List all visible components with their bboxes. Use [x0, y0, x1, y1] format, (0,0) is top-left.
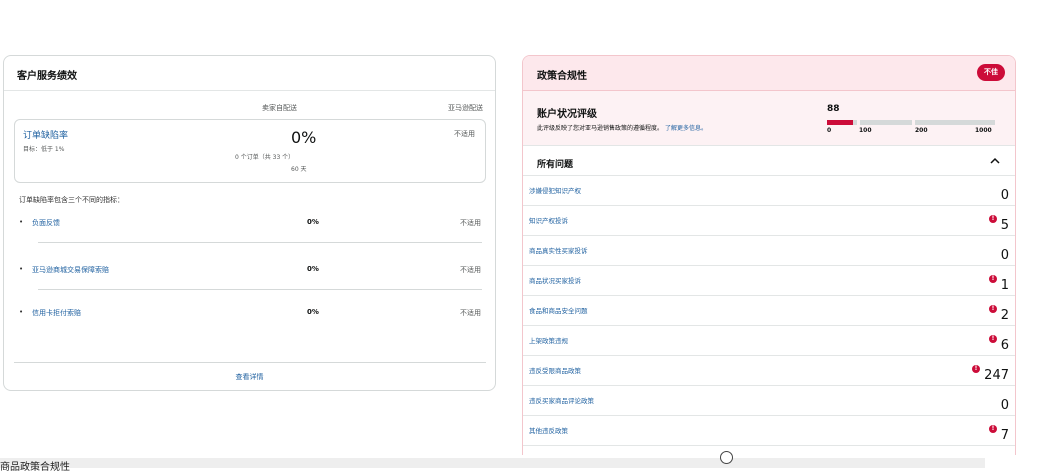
chevron-up-icon[interactable]: [989, 155, 1001, 167]
all-issues-header[interactable]: 所有问题: [523, 146, 1015, 176]
alert-icon: !: [989, 425, 997, 433]
ahr-description-text: 此评级反映了您对亚马逊销售政策的遵循程度。: [537, 125, 664, 132]
metric-amazon-value: 不适用: [460, 266, 481, 274]
issue-row: 违反买家商品评论政策 0: [523, 386, 1015, 416]
ahr-scale-label: 200: [915, 127, 928, 134]
status-badge: 不佳: [977, 64, 1005, 81]
metric-label[interactable]: 亚马逊商城交易保障索赔: [32, 265, 109, 275]
ahr-scale-label: 0: [827, 127, 832, 134]
scroll-handle[interactable]: [720, 451, 733, 464]
metric-row-chargeback-claims: • 信用卡拒付索赔 0% 不适用: [19, 308, 481, 322]
issue-count: 7: [1000, 428, 1009, 443]
odr-value: 0%: [291, 128, 317, 147]
metric-label[interactable]: 负面反馈: [32, 218, 60, 228]
divider: [38, 289, 482, 290]
customer-service-card: 客户服务绩效 卖家自配送 亚马逊配送 订单缺陷率 目标：低于 1% 0% 0 个…: [3, 55, 496, 391]
learn-more-link[interactable]: 了解更多信息。: [665, 125, 707, 132]
metric-value: 0%: [307, 308, 319, 316]
policy-compliance-card: 政策合规性 不佳 账户状况评级 此评级反映了您对亚马逊销售政策的遵循程度。 了解…: [522, 55, 1016, 455]
divider: [38, 242, 482, 243]
odr-orders: 0 个订单（共 33 个）: [235, 154, 295, 161]
col-amazon-fulfilled: 亚马逊配送: [448, 104, 483, 112]
issue-count: 247: [984, 368, 1009, 383]
issue-count: 2: [1000, 308, 1009, 323]
ahr-scale-label: 100: [859, 127, 872, 134]
issue-row: 违反受限商品政策 247!: [523, 356, 1015, 386]
ahr-bar-segment-1: [827, 120, 857, 125]
issue-count: 0: [1000, 188, 1009, 203]
issue-label[interactable]: 其他违反政策: [529, 425, 568, 435]
alert-icon: !: [989, 215, 997, 223]
metric-amazon-value: 不适用: [460, 219, 481, 227]
odr-target: 目标：低于 1%: [23, 146, 65, 153]
bullet: •: [19, 218, 24, 226]
alert-icon: !: [972, 365, 980, 373]
metric-row-negative-feedback: • 负面反馈 0% 不适用: [19, 218, 481, 232]
issue-count: 0: [1000, 248, 1009, 263]
odr-link[interactable]: 订单缺陷率: [23, 128, 68, 141]
all-issues-title: 所有问题: [537, 160, 574, 170]
odr-days: 60 天: [291, 166, 307, 173]
issue-row: 其他违反政策 7!: [523, 416, 1015, 446]
metric-label[interactable]: 信用卡拒付索赔: [32, 308, 81, 318]
issue-row: 商品状况买家投诉 1!: [523, 266, 1015, 296]
issue-count: 1: [1000, 278, 1009, 293]
bullet: •: [19, 308, 24, 316]
metrics-intro: 订单缺陷率包含三个不同的指标：: [19, 196, 124, 204]
bullet: •: [19, 265, 24, 273]
issue-row: 知识产权投诉 5!: [523, 206, 1015, 236]
alert-icon: !: [989, 335, 997, 343]
issue-label[interactable]: 违反买家商品评论政策: [529, 395, 594, 405]
see-details-link[interactable]: 查看详情: [4, 372, 495, 382]
issue-row: 商品真实性买家投诉 0: [523, 236, 1015, 266]
issue-row: 涉嫌侵犯知识产权 0: [523, 176, 1015, 206]
issues-list: 涉嫌侵犯知识产权 0 知识产权投诉 5! 商品真实性买家投诉 0 商品状况买家投诉 1! 食品和…: [523, 176, 1015, 446]
policy-title: 政策合规性: [537, 71, 587, 82]
bottom-bar: [0, 458, 985, 468]
order-defect-rate-box: 订单缺陷率 目标：低于 1% 0% 0 个订单（共 33 个） 60 天 不适用: [14, 119, 486, 183]
issue-label[interactable]: 涉嫌侵犯知识产权: [529, 185, 581, 195]
ahr-title: 账户状况评级: [537, 109, 597, 120]
issue-label[interactable]: 食品和商品安全问题: [529, 305, 588, 315]
issue-count: 6: [1000, 338, 1009, 353]
col-seller-fulfilled: 卖家自配送: [262, 104, 297, 112]
metric-value: 0%: [307, 218, 319, 226]
ahr-score: 88: [827, 104, 840, 114]
alert-icon: !: [989, 275, 997, 283]
issue-label[interactable]: 上架政策违规: [529, 335, 568, 345]
ahr-bar-fill: [827, 120, 854, 125]
odr-amazon-value: 不适用: [454, 130, 475, 138]
account-health-rating: 账户状况评级 此评级反映了您对亚马逊销售政策的遵循程度。 了解更多信息。 88 …: [523, 91, 1015, 146]
metric-amazon-value: 不适用: [460, 309, 481, 317]
issue-row: 食品和商品安全问题 2!: [523, 296, 1015, 326]
ahr-scale-label: 1000: [975, 127, 992, 134]
metric-value: 0%: [307, 265, 319, 273]
issue-label[interactable]: 违反受限商品政策: [529, 365, 581, 375]
policy-header: 政策合规性 不佳: [523, 56, 1015, 91]
issue-count: 5: [1000, 218, 1009, 233]
ahr-bar-segment-3: [915, 120, 995, 125]
issue-label[interactable]: 商品真实性买家投诉: [529, 245, 588, 255]
bottom-bar-text: 商品政策合规性: [0, 462, 70, 473]
issue-label[interactable]: 商品状况买家投诉: [529, 275, 581, 285]
ahr-description: 此评级反映了您对亚马逊销售政策的遵循程度。 了解更多信息。: [537, 123, 707, 132]
divider: [14, 362, 486, 363]
ahr-bar-segment-2: [860, 120, 912, 125]
issue-row: 上架政策违规 6!: [523, 326, 1015, 356]
customer-service-title: 客户服务绩效: [4, 56, 495, 91]
issue-count: 0: [1000, 398, 1009, 413]
alert-icon: !: [989, 305, 997, 313]
issue-label[interactable]: 知识产权投诉: [529, 215, 568, 225]
metric-row-a-to-z-claims: • 亚马逊商城交易保障索赔 0% 不适用: [19, 265, 481, 279]
